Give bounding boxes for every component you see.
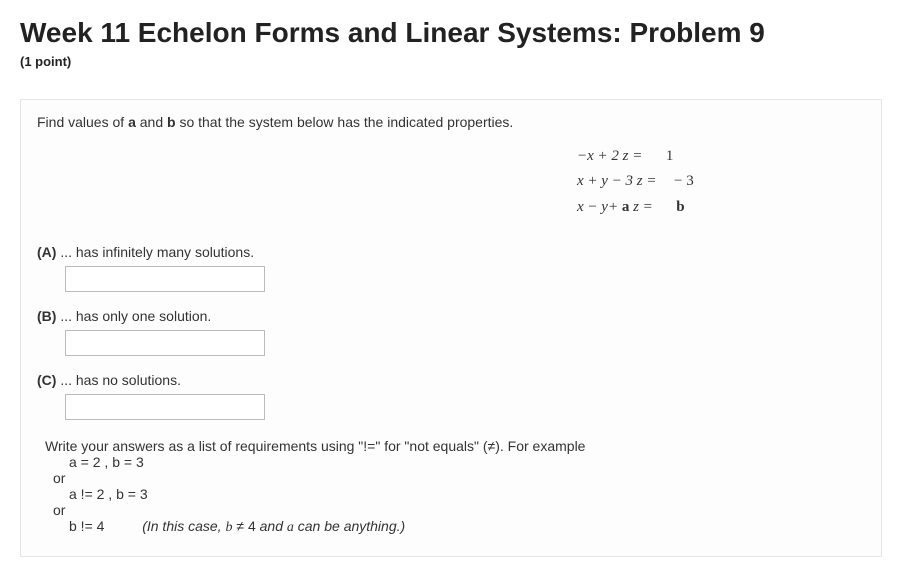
note-mid: and xyxy=(256,518,287,534)
hint-line-1: Write your answers as a list of requirem… xyxy=(45,438,865,454)
var-b: b xyxy=(167,114,176,130)
eq-lhs: x + y − 3 z = xyxy=(577,173,657,189)
equation-system: −x + 2 z = 1 x + y − 3 z = − 3 x − y+ a … xyxy=(37,144,865,221)
hint-example-3: b != 4 (In this case, b ≠ 4 and a can be… xyxy=(69,518,865,536)
part-c: (C) ... has no solutions. xyxy=(37,372,865,420)
hint-example-1: a = 2 , b = 3 xyxy=(69,454,865,470)
part-c-label: (C) ... has no solutions. xyxy=(37,372,865,388)
part-b-label: (B) ... has only one solution. xyxy=(37,308,865,324)
eq-rhs: − 3 xyxy=(674,173,694,189)
part-c-tag: (C) xyxy=(37,372,56,388)
prompt-text: and xyxy=(136,114,167,130)
note-pre: (In this case, xyxy=(142,518,225,534)
note-ne: ≠ xyxy=(232,518,247,534)
part-b: (B) ... has only one solution. xyxy=(37,308,865,356)
problem-box: Find values of a and b so that the syste… xyxy=(20,99,882,558)
page-title: Week 11 Echelon Forms and Linear Systems… xyxy=(20,16,882,50)
part-a-text: ... has infinitely many solutions. xyxy=(56,244,254,260)
hint-ex3-note: (In this case, b ≠ 4 and a can be anythi… xyxy=(142,518,405,534)
part-a: (A) ... has infinitely many solutions. xyxy=(37,244,865,292)
hint-ex3-pre: b != 4 xyxy=(69,518,104,534)
note-a: a xyxy=(287,520,294,535)
prompt-text: Find values of xyxy=(37,114,128,130)
eq-lhs-post: z = xyxy=(629,199,652,215)
note-4: 4 xyxy=(248,518,256,534)
equation-row-3: x − y+ a z = b xyxy=(577,195,865,221)
equation-row-2: x + y − 3 z = − 3 xyxy=(577,169,865,195)
answer-input-b[interactable] xyxy=(65,330,265,356)
eq-rhs: 1 xyxy=(666,148,674,164)
points-label: (1 point) xyxy=(20,54,882,69)
note-post: can be anything.) xyxy=(294,518,405,534)
answer-input-c[interactable] xyxy=(65,394,265,420)
hint-or-1: or xyxy=(53,470,865,486)
var-a: a xyxy=(128,114,136,130)
eq-lhs: −x + 2 z = xyxy=(577,148,642,164)
part-b-tag: (B) xyxy=(37,308,56,324)
prompt-text: so that the system below has the indicat… xyxy=(176,114,514,130)
equation-row-1: −x + 2 z = 1 xyxy=(577,144,865,170)
hint-or-2: or xyxy=(53,502,865,518)
part-b-text: ... has only one solution. xyxy=(56,308,211,324)
answer-format-hint: Write your answers as a list of requirem… xyxy=(37,438,865,536)
hint-example-2: a != 2 , b = 3 xyxy=(69,486,865,502)
part-c-text: ... has no solutions. xyxy=(56,372,181,388)
eq-lhs-pre: x − y+ xyxy=(577,199,622,215)
part-a-label: (A) ... has infinitely many solutions. xyxy=(37,244,865,260)
answer-input-a[interactable] xyxy=(65,266,265,292)
part-a-tag: (A) xyxy=(37,244,56,260)
eq-rhs-b: b xyxy=(676,199,684,215)
problem-prompt: Find values of a and b so that the syste… xyxy=(37,114,865,130)
